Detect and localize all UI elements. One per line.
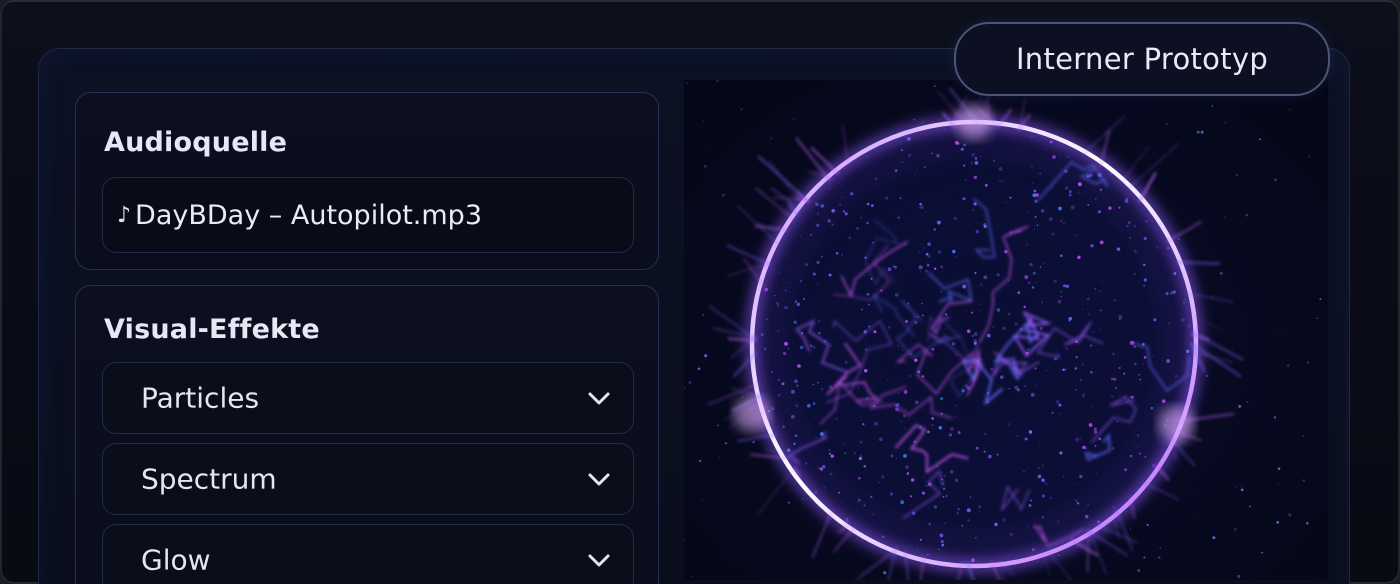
audio-visualizer[interactable] (684, 80, 1328, 580)
chevron-down-icon (588, 473, 610, 486)
particle-sphere-visual (684, 80, 1322, 580)
particles-dropdown[interactable]: Particles (102, 362, 634, 434)
glow-dropdown-label: Glow (141, 543, 211, 577)
glow-dropdown[interactable]: Glow (102, 524, 634, 584)
music-note-icon: ♪ (117, 202, 132, 228)
audio-file-name: DayBDay – Autopilot.mp3 (135, 199, 482, 231)
audio-source-title: Audioquelle (104, 127, 288, 158)
particles-dropdown-label: Particles (141, 381, 260, 415)
chevron-down-icon (588, 554, 610, 567)
audio-file-field[interactable]: ♪ DayBDay – Autopilot.mp3 (102, 177, 634, 253)
visual-effects-title: Visual-Effekte (104, 314, 320, 345)
chevron-down-icon (588, 392, 610, 405)
window-frame: Audioquelle ♪ DayBDay – Autopilot.mp3 Vi… (0, 0, 1400, 584)
visual-effects-panel: Visual-Effekte Particles Spectrum Glow (75, 285, 659, 584)
spectrum-dropdown-label: Spectrum (141, 462, 277, 496)
audio-source-panel: Audioquelle ♪ DayBDay – Autopilot.mp3 (75, 92, 659, 270)
internal-prototype-badge: Interner Prototyp (954, 22, 1330, 96)
spectrum-dropdown[interactable]: Spectrum (102, 443, 634, 515)
